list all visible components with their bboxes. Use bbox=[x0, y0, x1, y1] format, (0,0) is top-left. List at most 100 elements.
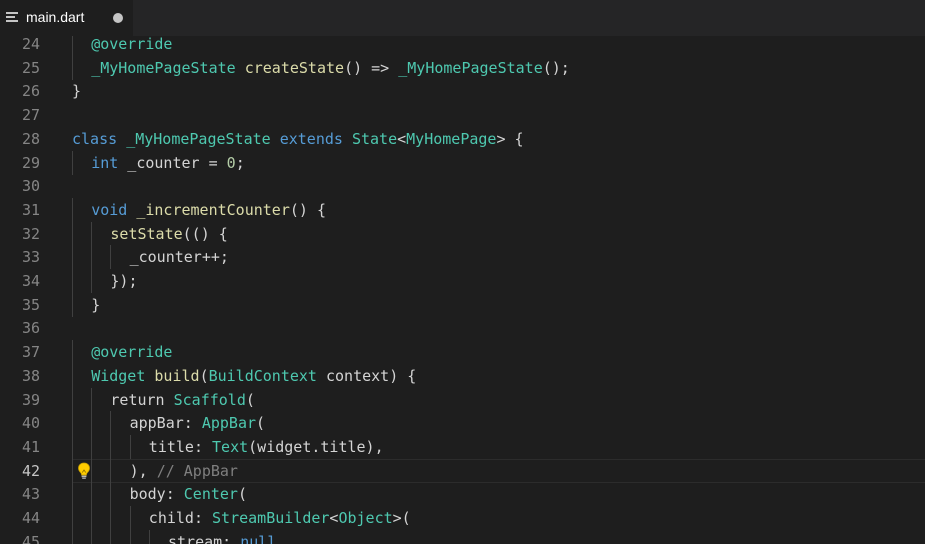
code-text: }); bbox=[110, 269, 137, 293]
code-token: Text bbox=[212, 437, 249, 456]
code-text: } bbox=[91, 293, 100, 317]
code-line[interactable]: 29 int _counter = 0; bbox=[0, 150, 925, 175]
code-line[interactable]: 36 bbox=[0, 316, 925, 340]
indent-guide bbox=[129, 529, 131, 544]
indent-guide bbox=[91, 387, 93, 412]
code-line[interactable]: 42 ), // AppBar bbox=[0, 458, 925, 483]
indent-guide bbox=[110, 458, 112, 483]
line-number: 44 bbox=[21, 509, 40, 527]
code-line[interactable]: 27 bbox=[0, 103, 925, 127]
code-token: class bbox=[72, 129, 118, 148]
code-text: _MyHomePageState createState() => _MyHom… bbox=[91, 56, 570, 80]
code-line[interactable]: 38 Widget build(BuildContext context) { bbox=[0, 363, 925, 388]
code-line[interactable]: 28 class _MyHomePageState extends State<M… bbox=[0, 127, 925, 151]
indent-guide bbox=[72, 387, 73, 412]
lightbulb-icon[interactable] bbox=[77, 462, 91, 480]
code-line[interactable]: 34}); bbox=[0, 269, 925, 293]
code-line[interactable]: 37 @override bbox=[0, 340, 925, 365]
code-text: ), // AppBar bbox=[130, 459, 238, 483]
indent-guide bbox=[72, 55, 73, 80]
tab-bar: main.dart bbox=[0, 0, 925, 36]
code-token: @override bbox=[91, 36, 173, 53]
code-token: context) { bbox=[316, 366, 417, 385]
code-text: @override bbox=[91, 340, 172, 364]
code-text: setState(() { bbox=[110, 222, 227, 246]
code-token: ( bbox=[237, 485, 247, 504]
line-number: 37 bbox=[21, 343, 40, 362]
indent-guide bbox=[72, 434, 73, 459]
code-token: }); bbox=[110, 272, 138, 290]
indent-guide bbox=[72, 292, 73, 317]
indent-guide bbox=[110, 482, 112, 507]
indent-guide bbox=[110, 506, 112, 530]
indent-guide bbox=[72, 36, 73, 56]
code-token: Widget bbox=[91, 366, 146, 385]
code-token: ( bbox=[256, 414, 266, 433]
code-text: body: Center( bbox=[130, 482, 247, 506]
code-token: ( bbox=[245, 390, 255, 409]
line-number: 36 bbox=[21, 319, 40, 338]
code-token: 0 bbox=[226, 153, 236, 172]
code-token: () => bbox=[344, 58, 399, 77]
code-token: Scaffold bbox=[173, 390, 246, 409]
code-text: _counter++; bbox=[130, 245, 229, 269]
code-line[interactable]: 24 @override bbox=[0, 36, 925, 56]
indent-guide bbox=[72, 269, 73, 293]
line-number: 42 bbox=[21, 461, 40, 480]
code-token: () { bbox=[289, 200, 326, 219]
indent-guide bbox=[91, 458, 93, 483]
indent-guide bbox=[91, 529, 93, 544]
code-token: @override bbox=[91, 343, 173, 362]
code-token: _MyHomePageState bbox=[91, 58, 236, 77]
tab-main-dart[interactable]: main.dart bbox=[0, 0, 133, 36]
code-line[interactable]: 31 void _incrementCounter() { bbox=[0, 197, 925, 222]
code-text: Widget build(BuildContext context) { bbox=[91, 364, 416, 388]
code-token: title: bbox=[148, 437, 213, 456]
code-token: } bbox=[91, 295, 101, 314]
code-line[interactable]: 45 stream: null, bbox=[0, 529, 925, 544]
code-token: BuildContext bbox=[208, 366, 317, 385]
indent-guide bbox=[72, 340, 73, 365]
code-line[interactable]: 25 _MyHomePageState createState() => _MyH… bbox=[0, 55, 925, 80]
code-token: build bbox=[154, 366, 200, 385]
code-line[interactable]: 32 setState(() { bbox=[0, 221, 925, 246]
code-line[interactable]: 26} bbox=[0, 79, 925, 103]
code-line[interactable]: 39 return Scaffold( bbox=[0, 387, 925, 412]
indent-guide bbox=[148, 529, 150, 544]
code-token: appBar: bbox=[129, 414, 202, 433]
code-line[interactable]: 40 appBar: AppBar( bbox=[0, 411, 925, 436]
code-line[interactable]: 41 title: Text(widget.title), bbox=[0, 434, 925, 459]
line-number: 28 bbox=[21, 129, 40, 148]
code-token: child: bbox=[148, 509, 213, 527]
code-token: _counter = bbox=[118, 153, 227, 172]
line-number: 41 bbox=[21, 437, 40, 456]
line-number: 31 bbox=[21, 200, 40, 219]
code-token: _counter++; bbox=[129, 248, 229, 267]
code-token: AppBar bbox=[201, 414, 257, 433]
code-token: return bbox=[110, 390, 165, 409]
code-line[interactable]: 43 body: Center( bbox=[0, 482, 925, 507]
indent-guide bbox=[91, 269, 93, 293]
code-line[interactable]: 30 bbox=[0, 174, 925, 198]
code-editor[interactable]: 24 @override 25 _MyHomePageState createStat… bbox=[0, 36, 925, 544]
code-token: _MyHomePageState bbox=[126, 129, 271, 148]
code-text: stream: null, bbox=[168, 530, 285, 544]
code-token: MyHomePage bbox=[406, 129, 497, 148]
code-text: class _MyHomePageState extends State<MyH… bbox=[72, 127, 524, 151]
indent-guide bbox=[72, 411, 73, 436]
code-line[interactable]: 33 _counter++; bbox=[0, 245, 925, 270]
code-line[interactable]: 44 child: StreamBuilder<Object>( bbox=[0, 506, 925, 530]
indent-guide bbox=[110, 529, 112, 544]
indent-guide bbox=[110, 245, 112, 270]
indent-guide bbox=[72, 197, 73, 222]
indent-guide bbox=[72, 482, 73, 507]
code-text: void _incrementCounter() { bbox=[91, 198, 326, 222]
unsaved-dot-icon[interactable] bbox=[113, 13, 123, 23]
code-line[interactable]: 35} bbox=[0, 292, 925, 317]
code-token: ; bbox=[235, 153, 245, 172]
indent-guide bbox=[91, 506, 93, 530]
